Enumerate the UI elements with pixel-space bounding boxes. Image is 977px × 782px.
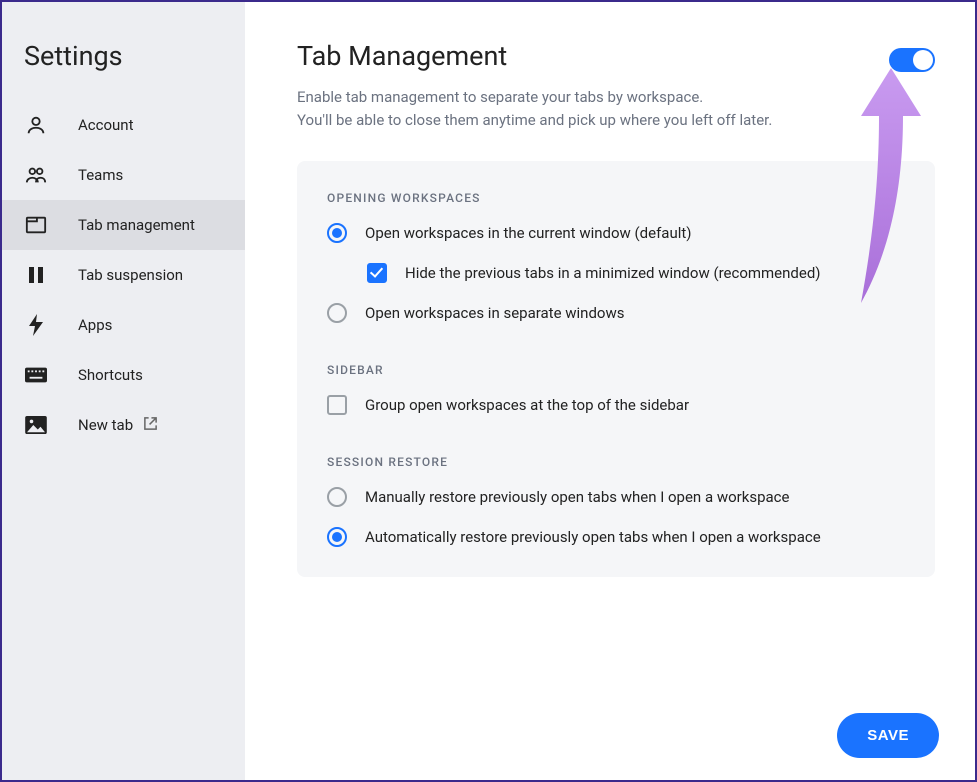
sidebar: Settings Account Teams Tab management Ta… — [2, 2, 245, 780]
sidebar-item-label: Account — [78, 116, 134, 134]
sidebar-item-label: Shortcuts — [78, 366, 143, 384]
page-description: Enable tab management to separate your t… — [297, 86, 772, 133]
external-link-icon — [143, 416, 158, 435]
option-label: Manually restore previously open tabs wh… — [365, 488, 789, 506]
sidebar-item-new-tab[interactable]: New tab — [2, 400, 245, 450]
sidebar-item-label: New tab — [78, 416, 133, 434]
checkbox-hide-previous-tabs[interactable]: Hide the previous tabs in a minimized wi… — [367, 263, 905, 283]
checkbox-icon — [327, 395, 347, 415]
toggle-knob — [913, 50, 933, 70]
sidebar-item-apps[interactable]: Apps — [2, 300, 245, 350]
section-session-label: SESSION RESTORE — [327, 455, 905, 469]
section-opening-label: OPENING WORKSPACES — [327, 191, 905, 205]
radio-manual-restore[interactable]: Manually restore previously open tabs wh… — [327, 487, 905, 507]
sidebar-item-tab-suspension[interactable]: Tab suspension — [2, 250, 245, 300]
option-label: Open workspaces in the current window (d… — [365, 224, 692, 242]
sidebar-item-label: Tab management — [78, 216, 195, 234]
sidebar-item-label: Tab suspension — [78, 266, 183, 284]
keyboard-icon — [24, 363, 48, 387]
option-label: Hide the previous tabs in a minimized wi… — [405, 264, 821, 282]
section-sidebar-label: SIDEBAR — [327, 363, 905, 377]
radio-open-separate-windows[interactable]: Open workspaces in separate windows — [327, 303, 905, 323]
sidebar-item-tab-management[interactable]: Tab management — [2, 200, 245, 250]
people-icon — [24, 163, 48, 187]
option-label: Automatically restore previously open ta… — [365, 528, 821, 546]
radio-icon — [327, 527, 347, 547]
save-button[interactable]: SAVE — [837, 713, 939, 758]
options-panel: OPENING WORKSPACES Open workspaces in th… — [297, 161, 935, 577]
tab-icon — [24, 213, 48, 237]
image-icon — [24, 413, 48, 437]
enable-toggle[interactable] — [889, 48, 935, 72]
sidebar-item-account[interactable]: Account — [2, 100, 245, 150]
radio-icon — [327, 487, 347, 507]
radio-open-current-window[interactable]: Open workspaces in the current window (d… — [327, 223, 905, 243]
sidebar-item-teams[interactable]: Teams — [2, 150, 245, 200]
main-content: Tab Management Enable tab management to … — [245, 2, 975, 780]
radio-auto-restore[interactable]: Automatically restore previously open ta… — [327, 527, 905, 547]
option-label: Open workspaces in separate windows — [365, 304, 625, 322]
sidebar-item-label: Teams — [78, 166, 123, 184]
checkbox-icon — [367, 263, 387, 283]
radio-icon — [327, 223, 347, 243]
bolt-icon — [24, 313, 48, 337]
page-title: Tab Management — [297, 40, 772, 72]
option-label: Group open workspaces at the top of the … — [365, 396, 689, 414]
sidebar-item-label: Apps — [78, 316, 112, 334]
checkbox-group-workspaces[interactable]: Group open workspaces at the top of the … — [327, 395, 905, 415]
person-icon — [24, 113, 48, 137]
sidebar-item-shortcuts[interactable]: Shortcuts — [2, 350, 245, 400]
radio-icon — [327, 303, 347, 323]
sidebar-title: Settings — [2, 40, 245, 100]
pause-icon — [24, 263, 48, 287]
